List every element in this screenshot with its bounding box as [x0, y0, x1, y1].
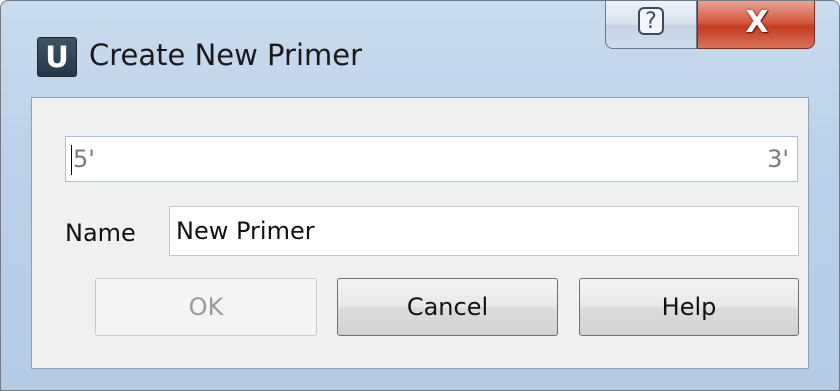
primer-sequence-input[interactable]: 5' 3' — [65, 136, 798, 182]
close-icon: X — [745, 5, 769, 40]
context-help-button[interactable]: ? — [605, 1, 697, 49]
help-button[interactable]: Help — [579, 278, 799, 336]
title-bar[interactable]: U Create New Primer ? X — [1, 1, 839, 93]
name-label: Name — [65, 219, 136, 247]
window-title: Create New Primer — [89, 38, 363, 72]
question-mark-icon: ? — [638, 7, 664, 35]
app-logo-icon: U — [37, 37, 77, 77]
name-input[interactable]: New Primer — [169, 206, 799, 256]
caption-buttons: ? X — [605, 1, 815, 51]
text-cursor — [71, 145, 72, 175]
create-new-primer-dialog: U Create New Primer ? X 5' 3' Name New P… — [0, 0, 840, 391]
close-button[interactable]: X — [697, 1, 815, 49]
three-prime-label: 3' — [767, 145, 789, 173]
ok-button[interactable]: OK — [95, 278, 317, 336]
cancel-button[interactable]: Cancel — [337, 278, 558, 336]
dialog-body: 5' 3' Name New Primer OK Cancel Help — [31, 97, 809, 369]
five-prime-label: 5' — [73, 145, 95, 173]
